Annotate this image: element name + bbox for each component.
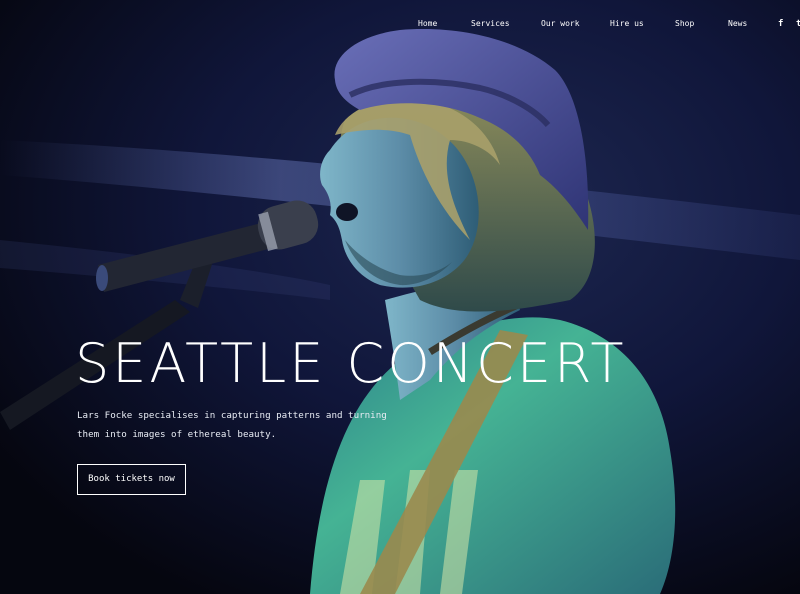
nav-item-shop[interactable]: Shop [675, 18, 694, 30]
book-tickets-button[interactable]: Book tickets now [77, 464, 186, 495]
nav-item-services[interactable]: Services [471, 18, 510, 30]
hero-title: SEATTLE CONCERT [75, 332, 627, 395]
nav-item-news[interactable]: News [728, 18, 747, 30]
hero-description: Lars Focke specialises in capturing patt… [77, 410, 387, 440]
nav-item-hire-us[interactable]: Hire us [610, 18, 644, 30]
twitter-icon[interactable]: t [796, 18, 800, 30]
nav-item-our-work[interactable]: Our work [541, 18, 580, 30]
hero-section: Home Services Our work Hire us Shop News… [0, 0, 800, 594]
hero-background-photo [0, 0, 800, 594]
facebook-icon[interactable]: f [778, 18, 783, 30]
nav-item-home[interactable]: Home [418, 18, 437, 30]
